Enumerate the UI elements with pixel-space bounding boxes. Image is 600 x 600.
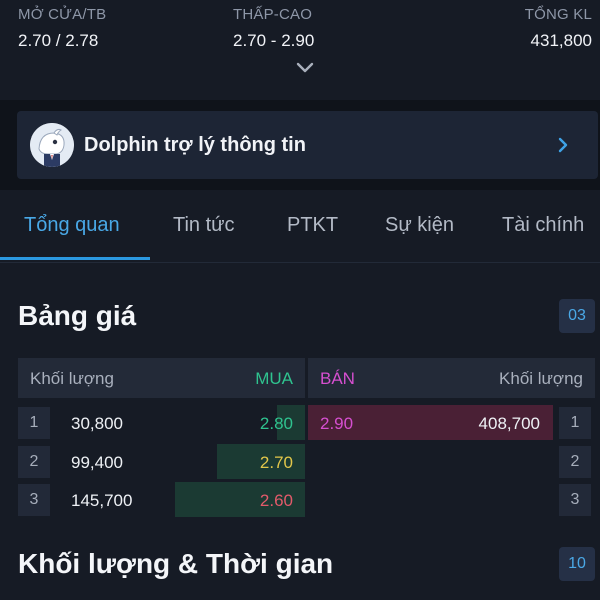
total-volume-value: 431,800 <box>530 31 592 50</box>
bid-volume-header: Khối lượng <box>30 369 114 388</box>
bid-header-label: MUA <box>255 369 293 388</box>
bid-volume: 145,700 <box>71 491 133 510</box>
volume-time-badge[interactable]: 10 <box>559 547 595 581</box>
bid-price[interactable]: 2.80 <box>260 414 293 434</box>
ask-row-index: 3 <box>559 484 591 516</box>
chevron-right-icon[interactable] <box>557 137 569 153</box>
chevron-down-icon[interactable] <box>296 62 314 74</box>
open-avg-value: 2.70 / 2.78 <box>18 31 99 50</box>
dolphin-assistant-banner[interactable]: Dolphin trợ lý thông tin <box>17 111 598 179</box>
total-volume-label: TỔNG KL <box>524 6 592 23</box>
stock-stats-header: MỞ CỬA/TB 2.70 / 2.78 THẤP-CAO 2.70 - 2.… <box>0 0 600 100</box>
ask-volume: 408,700 <box>478 414 540 433</box>
tab-tai-chinh[interactable]: Tài chính <box>502 214 584 237</box>
tab-tin-tuc[interactable]: Tin tức <box>173 214 235 237</box>
tab-tong-quan[interactable]: Tổng quan <box>24 214 120 237</box>
open-avg-label: MỞ CỬA/TB <box>18 6 107 23</box>
ask-header-label: BÁN <box>320 369 355 388</box>
bid-row-index: 3 <box>18 484 50 516</box>
ask-volume-header: Khối lượng <box>499 369 583 388</box>
ask-price[interactable]: 2.90 <box>320 414 353 434</box>
bid-volume: 30,800 <box>71 414 123 433</box>
bid-price[interactable]: 2.70 <box>260 453 293 473</box>
bid-header: Khối lượng MUA <box>18 358 305 398</box>
tab-su-kien[interactable]: Sự kiện <box>385 214 454 237</box>
banner-text: Dolphin trợ lý thông tin <box>84 134 306 156</box>
active-tab-indicator <box>0 257 150 260</box>
tab-bar: Tổng quan Tin tức PTKT Sự kiện Tài chính <box>0 190 600 263</box>
price-board-title: Bảng giá <box>18 300 137 331</box>
price-board-badge[interactable]: 03 <box>559 299 595 333</box>
tab-ptkt[interactable]: PTKT <box>287 214 338 237</box>
bid-row-index: 2 <box>18 446 50 478</box>
ask-row-index: 1 <box>559 407 591 439</box>
ask-row-index: 2 <box>559 446 591 478</box>
low-high-value: 2.70 - 2.90 <box>233 31 315 50</box>
ask-header: BÁN Khối lượng <box>308 358 595 398</box>
banner-area: Dolphin trợ lý thông tin <box>0 100 600 190</box>
volume-time-title: Khối lượng & Thời gian <box>18 548 334 579</box>
bid-volume: 99,400 <box>71 453 123 472</box>
bid-row-index: 1 <box>18 407 50 439</box>
dolphin-avatar-icon <box>30 123 74 167</box>
low-high-label: THẤP-CAO <box>233 6 313 23</box>
bid-price[interactable]: 2.60 <box>260 491 293 511</box>
